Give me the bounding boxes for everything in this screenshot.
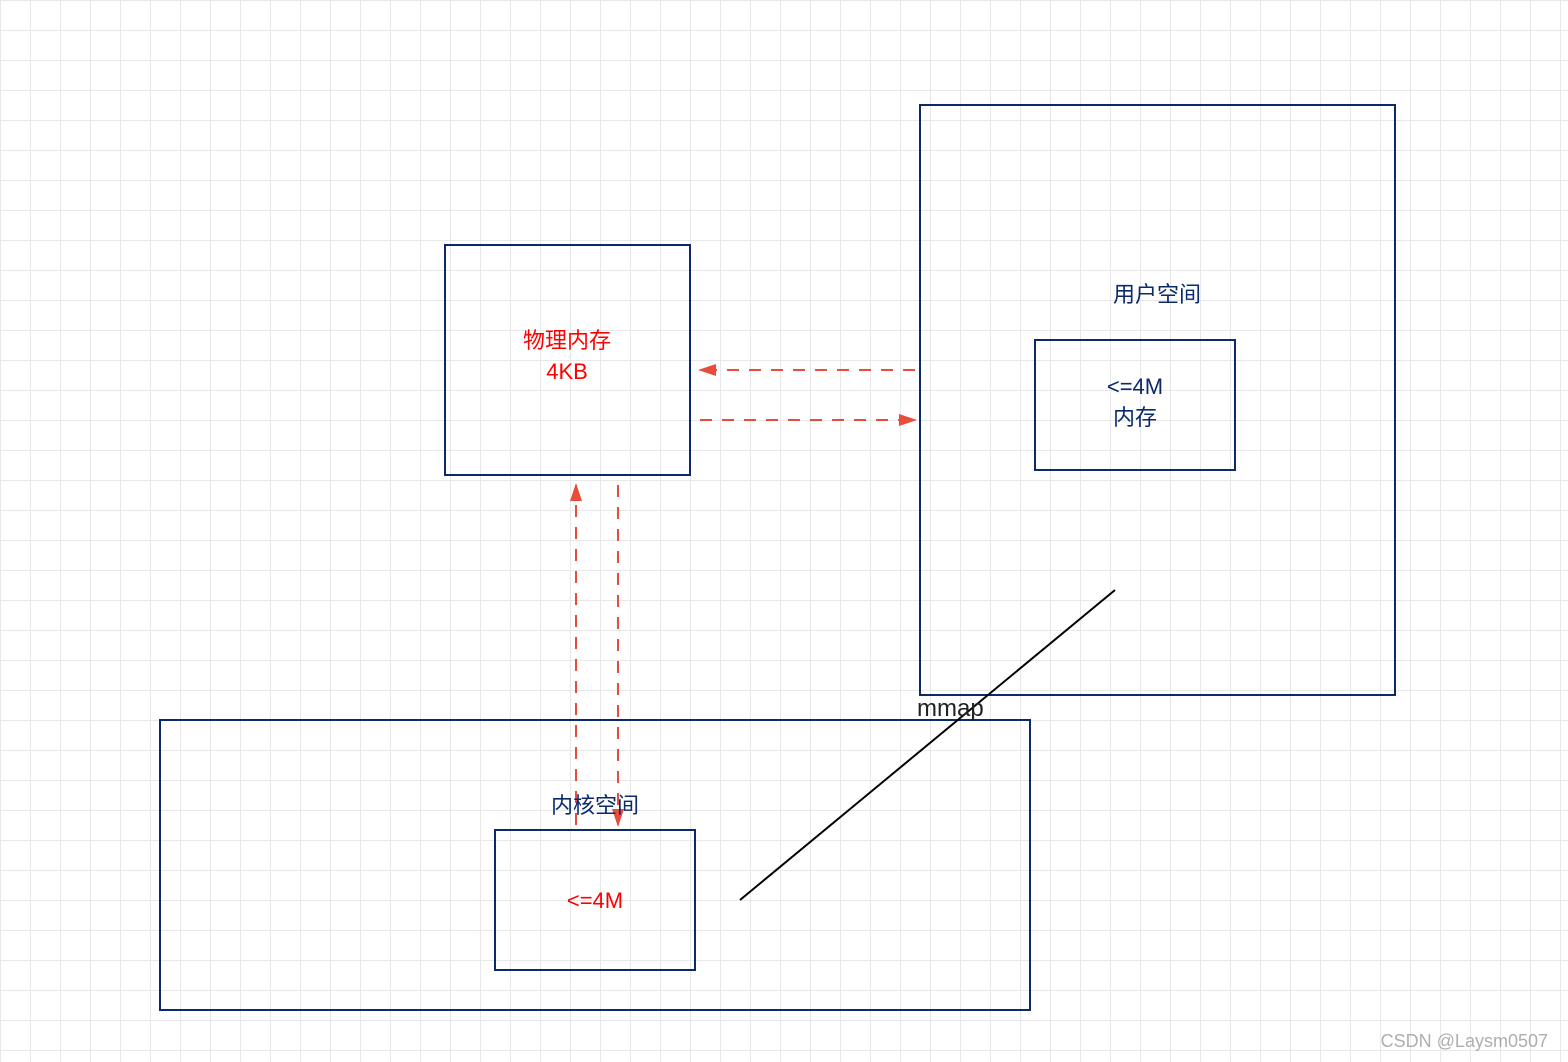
mmap-label: mmap <box>917 695 984 723</box>
physical-line1: 物理内存 <box>467 326 667 357</box>
userspace-inner-label: <=4M 内存 <box>1035 372 1235 434</box>
kernelspace-title: 内核空间 <box>495 791 695 822</box>
kernelspace-inner-label: <=4M <box>495 886 695 917</box>
userspace-title: 用户空间 <box>1057 280 1257 311</box>
mmap-line <box>740 590 1115 900</box>
userspace-inner-line1: <=4M <box>1035 372 1235 403</box>
kernelspace-box <box>160 720 1030 1010</box>
diagram-canvas <box>0 0 1568 1062</box>
userspace-inner-line2: 内存 <box>1035 403 1235 434</box>
physical-line2: 4KB <box>467 357 667 388</box>
watermark: CSDN @Laysm0507 <box>1381 1031 1548 1052</box>
physical-memory-label: 物理内存 4KB <box>467 326 667 388</box>
